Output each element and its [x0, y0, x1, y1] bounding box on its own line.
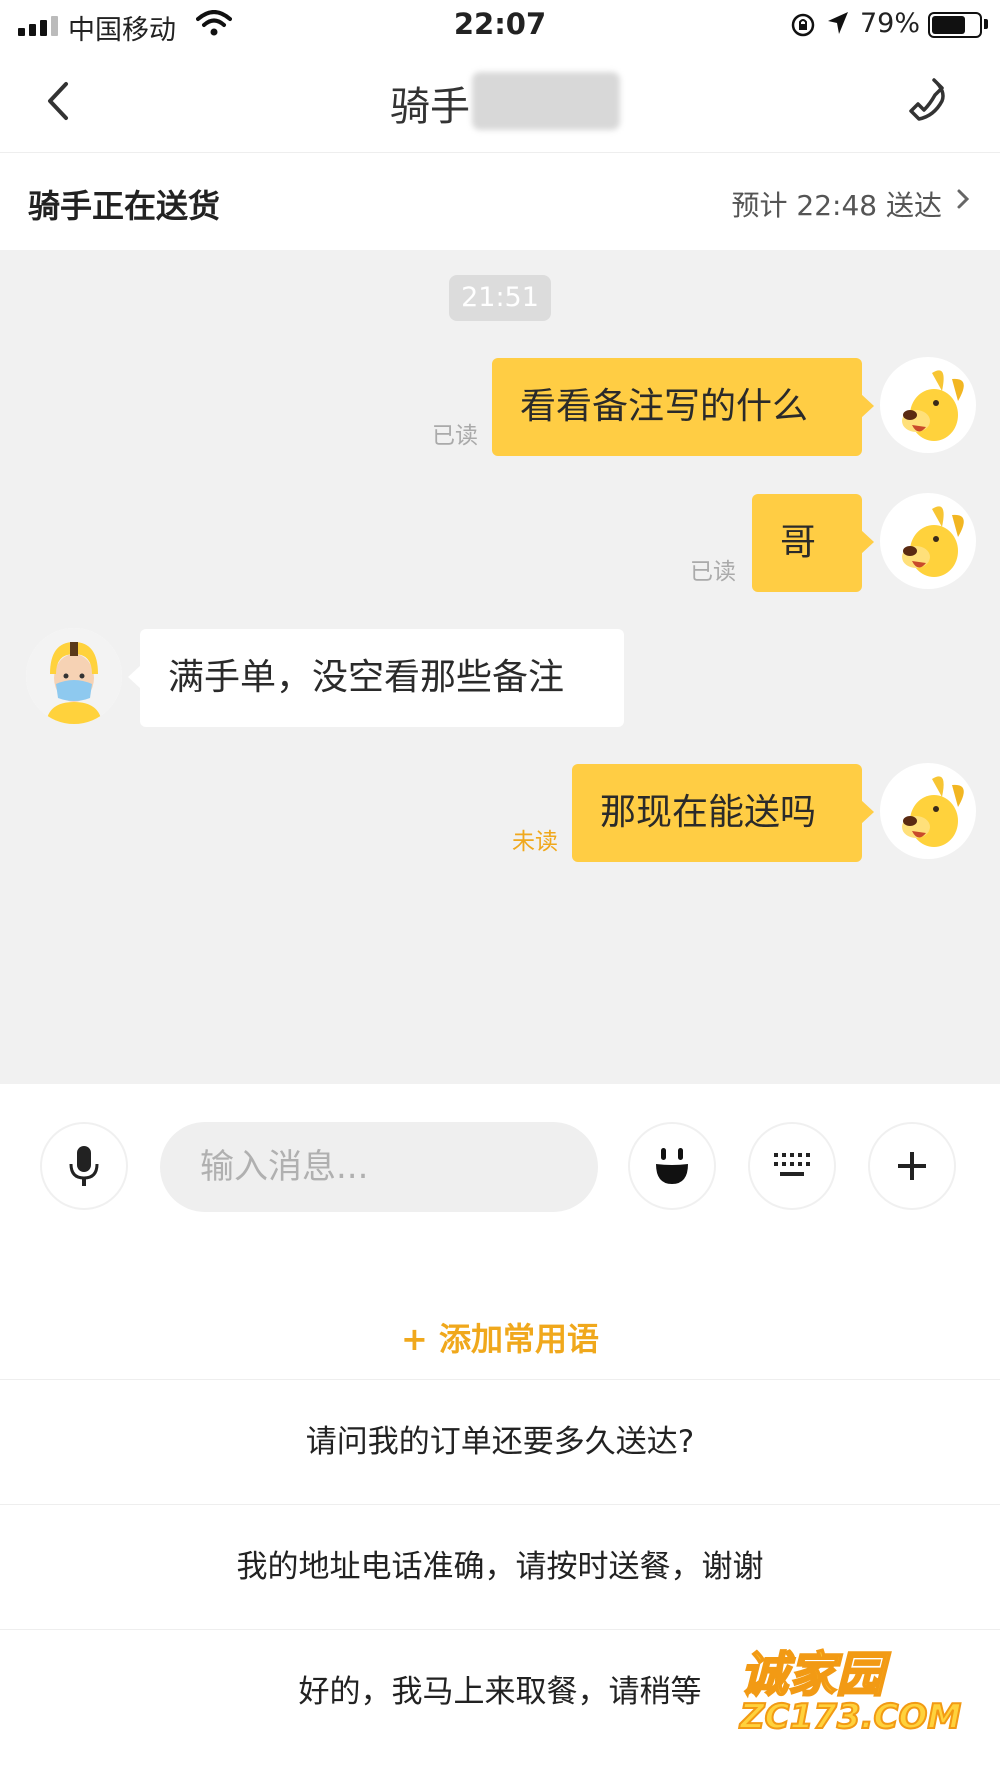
read-status: 已读 — [690, 559, 736, 585]
eta-text: 预计 22:48 送达 — [731, 189, 943, 222]
watermark-logo: 诚家园 ZC173.COM — [739, 1635, 962, 1738]
clock: 22:07 — [453, 7, 547, 41]
delivery-status-text: 骑手正在送货 — [28, 187, 221, 225]
page-title: 骑手 — [390, 84, 470, 130]
dog-mascot-icon — [902, 370, 964, 441]
status-bar: 中国移动 22:07 79% — [0, 0, 1000, 52]
message-bubble-outgoing[interactable]: 那现在能送吗 — [572, 764, 874, 862]
battery-fill — [932, 16, 965, 34]
battery-percentage: 79% — [860, 8, 921, 39]
rider-helmet-icon — [26, 628, 122, 724]
blurred-rider-name — [472, 72, 620, 130]
watermark-text: 诚家园 — [739, 1646, 885, 1704]
battery-tip — [984, 19, 988, 29]
keyboard-icon — [774, 1153, 810, 1176]
chat-timestamp: 21:51 — [449, 275, 551, 321]
message-bubble-outgoing[interactable]: 哥 — [752, 494, 874, 592]
message-input-bar — [0, 1084, 1000, 1244]
dog-mascot-icon — [902, 506, 964, 577]
user-avatar[interactable] — [880, 357, 976, 453]
rotation-lock-icon — [790, 12, 816, 42]
chevron-left-icon — [48, 82, 68, 120]
message-input[interactable] — [160, 1122, 598, 1212]
quick-reply-item[interactable]: 我的地址电话准确，请按时送餐，谢谢 — [0, 1504, 1000, 1629]
read-status: 已读 — [432, 423, 478, 449]
add-phrase-button[interactable]: + 添加常用语 — [0, 1314, 1000, 1360]
back-button[interactable] — [42, 76, 72, 130]
delivery-status-bar[interactable]: 骑手正在送货 预计 22:48 送达 — [0, 153, 1000, 249]
plus-icon — [898, 1152, 926, 1180]
more-button[interactable] — [868, 1122, 956, 1210]
user-avatar[interactable] — [880, 493, 976, 589]
watermark-domain: ZC173.COM — [739, 1696, 962, 1738]
message-bubble-incoming[interactable]: 满手单，没空看那些备注 — [128, 629, 624, 727]
chevron-right-icon — [956, 187, 970, 215]
emoji-button[interactable] — [628, 1122, 716, 1210]
location-arrow-icon — [826, 10, 850, 40]
microphone-icon — [69, 1146, 99, 1186]
nav-bar: 骑手 — [0, 52, 1000, 153]
call-button[interactable] — [904, 76, 950, 132]
keyboard-button[interactable] — [748, 1122, 836, 1210]
rider-avatar[interactable] — [26, 628, 122, 724]
battery-icon — [928, 12, 982, 38]
quick-reply-item[interactable]: 请问我的订单还要多久送达? — [0, 1379, 1000, 1504]
unread-status: 未读 — [512, 829, 558, 855]
smiley-icon — [656, 1148, 688, 1184]
chat-area: 21:51 已读 看看备注写的什么 已读 哥 满手单，没空看那些备注 未读 那现… — [0, 250, 1000, 1084]
phone-icon — [909, 78, 945, 121]
voice-button[interactable] — [40, 1122, 128, 1210]
dog-mascot-icon — [902, 776, 964, 847]
message-bubble-outgoing[interactable]: 看看备注写的什么 — [492, 358, 874, 456]
user-avatar[interactable] — [880, 763, 976, 859]
